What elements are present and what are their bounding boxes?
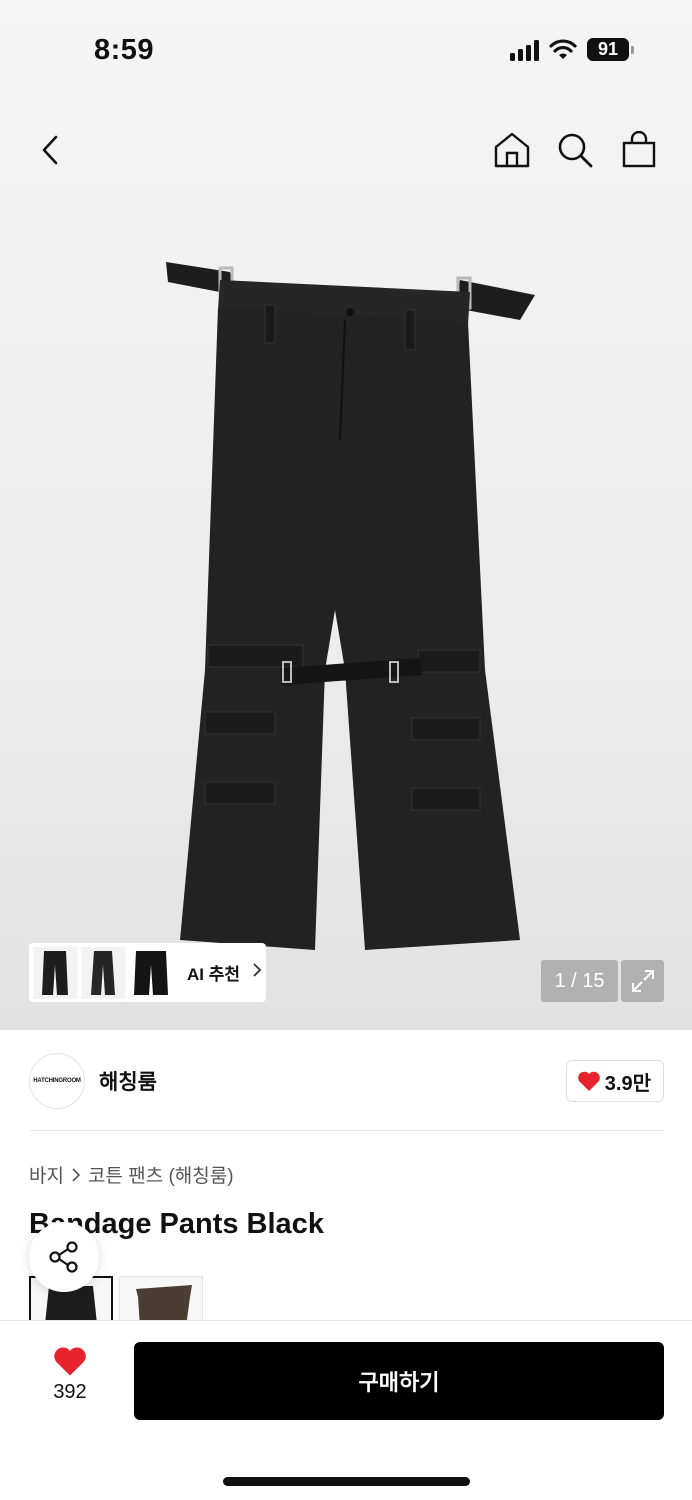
battery-level: 91 (587, 38, 629, 61)
ai-thumbnail (81, 946, 125, 999)
ai-recommendation-button[interactable]: AI 추천 (29, 943, 266, 1002)
wifi-icon (549, 38, 577, 59)
heart-icon (577, 1071, 600, 1091)
shopping-bag-icon (622, 131, 656, 168)
battery-icon: 91 (587, 38, 634, 61)
share-icon (49, 1241, 78, 1273)
expand-icon (631, 970, 654, 992)
share-button[interactable] (29, 1222, 99, 1292)
ai-thumbnail (33, 946, 77, 999)
heart-icon (54, 1347, 86, 1376)
cart-button[interactable] (615, 125, 663, 175)
brand-name[interactable]: 해칭룸 (99, 1066, 157, 1096)
status-icons: 91 (510, 38, 634, 61)
product-image[interactable] (150, 250, 550, 960)
bottom-action-bar: 392 구매하기 (0, 1320, 692, 1500)
fullscreen-button[interactable] (621, 960, 664, 1002)
divider (29, 1130, 664, 1131)
chevron-right-icon (72, 1167, 80, 1182)
status-bar: 8:59 91 (0, 0, 692, 100)
brand-row[interactable]: HATCHINGROOM 해칭룸 3.9만 (29, 1052, 664, 1110)
wishlist-count: 392 (53, 1381, 87, 1403)
chevron-left-icon (42, 135, 58, 165)
variant-brown[interactable] (119, 1276, 203, 1326)
buy-button[interactable]: 구매하기 (134, 1342, 664, 1420)
ai-thumbnail (129, 946, 173, 999)
chevron-right-icon (252, 962, 262, 983)
brand-like-button[interactable]: 3.9만 (565, 1060, 664, 1102)
ai-recommendation-label: AI 추천 (187, 965, 241, 984)
back-button[interactable] (26, 125, 74, 175)
search-icon (558, 133, 593, 168)
brand-logo[interactable]: HATCHINGROOM (29, 1053, 85, 1109)
home-indicator (223, 1477, 470, 1486)
top-navigation (0, 125, 692, 175)
home-icon (494, 132, 530, 168)
product-hero: 8:59 91 AI 추천 1 / 15 (0, 0, 692, 1030)
brand-like-count: 3.9만 (604, 1072, 651, 1095)
breadcrumb-subcategory[interactable]: 코튼 팬츠 (해칭룸) (88, 1161, 234, 1188)
home-button[interactable] (488, 125, 536, 175)
cellular-signal-icon (510, 39, 539, 61)
wishlist-button[interactable]: 392 (30, 1345, 110, 1404)
image-counter: 1 / 15 (541, 960, 618, 1002)
breadcrumb-category[interactable]: 바지 (29, 1161, 64, 1188)
search-button[interactable] (551, 125, 599, 175)
breadcrumb: 바지 코튼 팬츠 (해칭룸) (29, 1161, 234, 1188)
status-time: 8:59 (94, 34, 155, 66)
